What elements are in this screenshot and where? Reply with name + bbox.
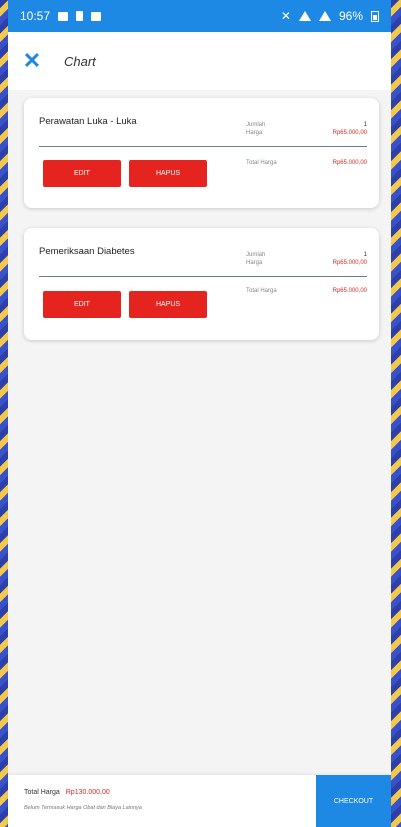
signal-icon	[318, 11, 331, 21]
price-value: Rp65.000,00	[332, 130, 367, 136]
close-icon[interactable]: ✕	[8, 32, 56, 90]
cart-item-card: Perawatan Luka - Luka Jumlah 1 Harga Rp6…	[24, 98, 379, 208]
price-label: Harga	[246, 260, 263, 266]
cart-list: Perawatan Luka - Luka Jumlah 1 Harga Rp6…	[8, 90, 391, 775]
status-bar: 10:57 ✕ 96%	[8, 0, 391, 32]
total-value: Rp65.000,00	[332, 160, 367, 166]
grand-total-label: Total Harga	[24, 789, 60, 796]
qty-value: 1	[363, 252, 367, 258]
total-value: Rp65.000,00	[332, 288, 367, 294]
bottom-bar: Total Harga Rp130.000,00 Belum Termasuk …	[8, 775, 391, 827]
wifi-icon	[298, 11, 311, 21]
qty-label: Jumlah	[246, 122, 266, 128]
battery-icon	[371, 10, 379, 22]
mute-icon: ✕	[280, 9, 291, 23]
edit-button[interactable]: EDIT	[43, 160, 121, 187]
grand-total-row: Total Harga Rp130.000,00	[24, 789, 110, 796]
app-bar: ✕ Chart	[8, 32, 391, 90]
edit-button[interactable]: EDIT	[43, 291, 121, 318]
price-value: Rp65.000,00	[332, 260, 367, 266]
checkout-button[interactable]: CHECKOUT	[316, 775, 391, 827]
status-time: 10:57	[20, 9, 51, 23]
item-name: Perawatan Luka - Luka	[39, 116, 137, 127]
grand-total-value: Rp130.000,00	[65, 789, 110, 796]
price-label: Harga	[246, 130, 263, 136]
divider	[39, 276, 367, 277]
notification-icon	[91, 11, 102, 21]
item-name: Pemeriksaan Diabetes	[39, 246, 135, 257]
decorative-edge-left	[0, 0, 8, 827]
total-label: Total Harga	[246, 288, 277, 294]
gallery-icon	[58, 11, 69, 21]
qty-label: Jumlah	[246, 252, 266, 258]
total-label: Total Harga	[246, 160, 277, 166]
price-note: Belum Termasuk Harga Obat dan Biaya Lain…	[24, 805, 142, 811]
download-icon	[76, 11, 84, 21]
decorative-edge-right	[391, 0, 401, 827]
delete-button[interactable]: HAPUS	[129, 160, 207, 187]
qty-value: 1	[363, 122, 367, 128]
delete-button[interactable]: HAPUS	[129, 291, 207, 318]
page-title: Chart	[64, 53, 96, 69]
cart-item-card: Pemeriksaan Diabetes Jumlah 1 Harga Rp65…	[24, 228, 379, 340]
battery-percent: 96%	[338, 9, 363, 23]
divider	[39, 146, 367, 147]
